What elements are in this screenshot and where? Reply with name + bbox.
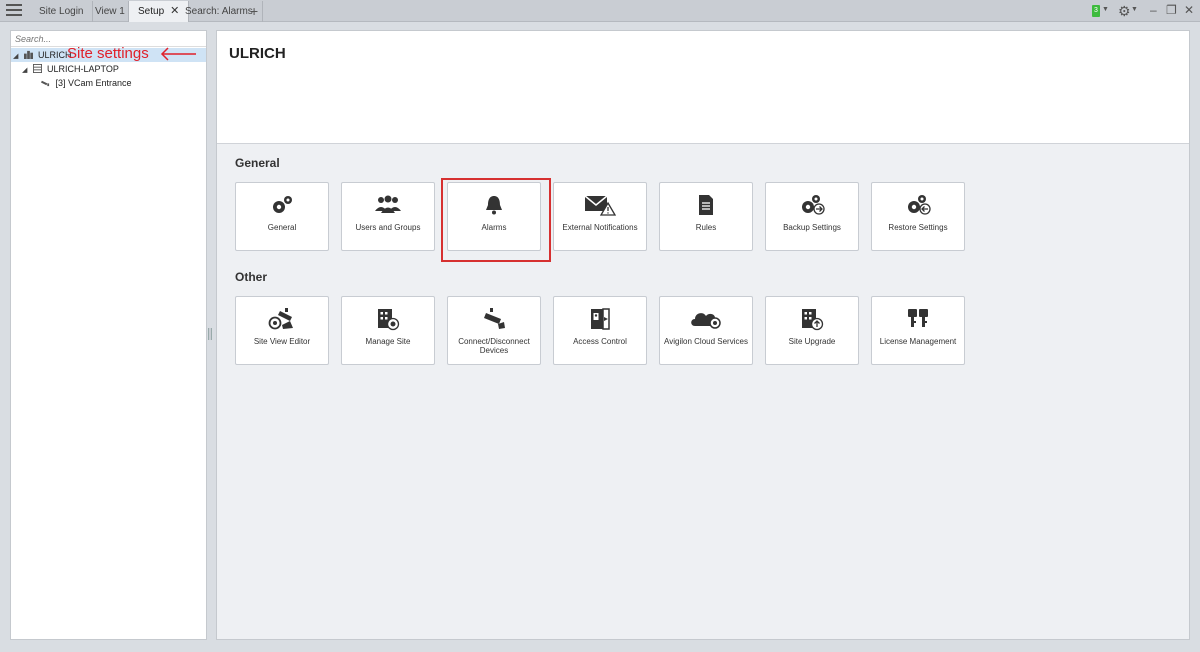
tree-item-camera[interactable]: [3] VCam Entrance: [11, 76, 206, 90]
tab-label: Search: Alarms: [185, 6, 253, 17]
add-tab-button[interactable]: +: [250, 2, 258, 20]
building-gear-icon: [378, 309, 400, 331]
tile-label: Rules: [695, 223, 717, 232]
panel-splitter[interactable]: [208, 328, 213, 342]
annotation-label: Site settings: [67, 45, 149, 62]
alarms-highlight-box: [441, 178, 551, 262]
cloud-icon: [691, 313, 721, 329]
gears-icon: [273, 196, 292, 213]
gears-restore-icon: [908, 195, 931, 215]
tile-restore-settings[interactable]: Restore Settings: [871, 182, 965, 251]
restore-button[interactable]: ❐: [1166, 3, 1177, 17]
tile-label: Avigilon Cloud Services: [664, 337, 748, 346]
chevron-down-icon[interactable]: ▼: [1131, 6, 1138, 13]
tab-site-login[interactable]: Site Login: [30, 1, 94, 22]
tile-site-view-editor[interactable]: Site View Editor: [235, 296, 329, 365]
tile-label: Site Upgrade: [788, 337, 836, 346]
tab-label: Setup: [138, 6, 165, 17]
status-indicator[interactable]: 3: [1092, 5, 1100, 17]
tree-item-label: [3] VCam Entrance: [55, 78, 132, 88]
tile-access-control[interactable]: Access Control: [553, 296, 647, 365]
section-title-other: Other: [235, 270, 268, 284]
camera-connect-icon: [484, 308, 505, 329]
tab-label: View 1: [95, 6, 125, 17]
tile-license-management[interactable]: License Management: [871, 296, 965, 365]
tile-label: Restore Settings: [888, 223, 948, 232]
camera-view-icon: [268, 308, 293, 330]
tile-avigilon-cloud-services[interactable]: Avigilon Cloud Services: [659, 296, 753, 365]
tree-item-label: ULRICH-LAPTOP: [47, 64, 119, 74]
tile-label: Users and Groups: [355, 223, 421, 232]
gears-arrow-icon: [802, 195, 825, 215]
document-icon: [699, 195, 713, 215]
tile-label: Access Control: [573, 337, 627, 346]
mail-warning-icon: [584, 195, 616, 216]
page-title: ULRICH: [229, 45, 286, 62]
tile-label: Backup Settings: [783, 223, 841, 232]
tile-connect-disconnect-devices[interactable]: Connect/Disconnect Devices: [447, 296, 541, 365]
tile-manage-site[interactable]: Manage Site: [341, 296, 435, 365]
tile-users-and-groups[interactable]: Users and Groups: [341, 182, 435, 251]
site-icon: [23, 50, 33, 59]
tile-label: Site View Editor: [253, 337, 311, 346]
building-upgrade-icon: [802, 309, 824, 331]
users-icon: [375, 195, 401, 213]
tile-site-upgrade[interactable]: Site Upgrade: [765, 296, 859, 365]
tile-label: Connect/Disconnect Devices: [458, 337, 530, 355]
hamburger-menu-icon[interactable]: [6, 4, 22, 18]
gear-icon[interactable]: ⚙: [1118, 3, 1131, 20]
tree-item-server[interactable]: ◢ ULRICH-LAPTOP: [11, 62, 206, 76]
minimize-button[interactable]: –: [1150, 3, 1157, 17]
tile-label: License Management: [879, 337, 957, 346]
close-window-button[interactable]: ✕: [1184, 3, 1194, 17]
tile-label: External Notifications: [562, 223, 638, 232]
top-bar: Site Login View 1 Setup ✕ Search: Alarms …: [0, 0, 1200, 22]
status-count: 3: [1094, 7, 1098, 14]
chevron-down-icon[interactable]: ▼: [1102, 6, 1109, 13]
site-tree-panel: ◢ ULRICH ◢ ULRICH-LAPTOP [3] VCam Entran…: [10, 30, 207, 640]
site-header: ULRICH: [217, 31, 1189, 144]
door-badge-icon: [591, 308, 610, 330]
section-title-general: General: [235, 156, 280, 170]
camera-icon: [41, 80, 50, 87]
main-content: ULRICH General General Users and Groups …: [216, 30, 1190, 640]
keys-icon: [908, 309, 928, 327]
tile-label: Manage Site: [365, 337, 411, 346]
tile-rules[interactable]: Rules: [659, 182, 753, 251]
tile-backup-settings[interactable]: Backup Settings: [765, 182, 859, 251]
tile-general[interactable]: General: [235, 182, 329, 251]
tab-label: Site Login: [39, 6, 84, 17]
tile-external-notifications[interactable]: External Notifications: [553, 182, 647, 251]
annotation-arrow-icon: [160, 47, 196, 61]
tile-label: General: [267, 223, 297, 232]
server-icon: [32, 64, 42, 73]
